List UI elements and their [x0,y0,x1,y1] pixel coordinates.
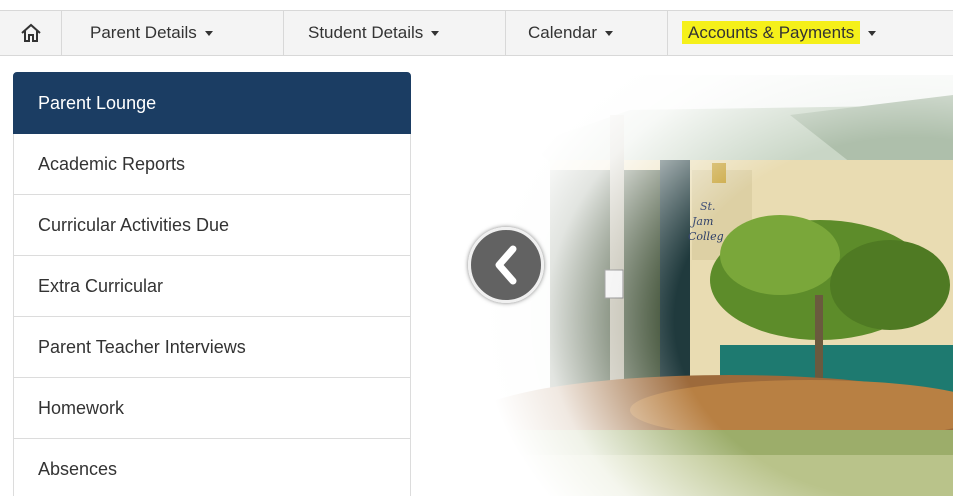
nav-student-details[interactable]: Student Details [284,11,506,55]
caret-down-icon [204,30,213,36]
nav-accounts-payments[interactable]: Accounts & Payments [668,11,953,55]
nav-calendar-label: Calendar [528,23,597,42]
sidebar-item-label: Extra Curricular [38,275,164,296]
sidebar-item-label: Parent Teacher Interviews [38,336,246,357]
home-icon [20,23,41,42]
sidebar-item-parent-teacher-interviews[interactable]: Parent Teacher Interviews [13,317,411,378]
sidebar-menu: Parent Lounge Academic Reports Curricula… [13,72,411,496]
sidebar-item-curricular-activities-due[interactable]: Curricular Activities Due [13,195,411,256]
sidebar-item-academic-reports[interactable]: Academic Reports [13,134,411,195]
caret-down-icon [605,30,613,36]
nav-parent-details[interactable]: Parent Details [62,11,284,55]
carousel-prev-button[interactable] [468,227,544,303]
sidebar-item-label: Academic Reports [38,153,186,174]
sidebar-item-label: Homework [38,397,125,418]
chevron-left-icon [495,245,517,285]
home-button[interactable] [0,11,62,55]
svg-text:Colleg: Colleg [688,230,724,243]
nav-calendar[interactable]: Calendar [506,11,668,55]
svg-text:St.: St. [700,200,715,213]
svg-text:Jam: Jam [690,215,713,228]
sidebar-item-label: Curricular Activities Due [38,214,230,235]
nav-accounts-payments-label: Accounts & Payments [682,21,861,44]
sidebar-item-label: Absences [38,458,118,479]
nav-parent-details-label: Parent Details [90,23,197,42]
top-navigation: Parent Details Student Details Calendar … [0,10,953,56]
caret-down-icon [431,30,440,36]
sidebar-item-extra-curricular[interactable]: Extra Curricular [13,256,411,317]
nav-student-details-label: Student Details [308,23,424,42]
sidebar-item-homework[interactable]: Homework [13,378,411,439]
sidebar-item-absences[interactable]: Absences [13,439,411,496]
sidebar-item-parent-lounge[interactable]: Parent Lounge [13,72,411,134]
caret-down-icon [868,30,877,36]
sidebar-item-label: Parent Lounge [38,92,157,113]
